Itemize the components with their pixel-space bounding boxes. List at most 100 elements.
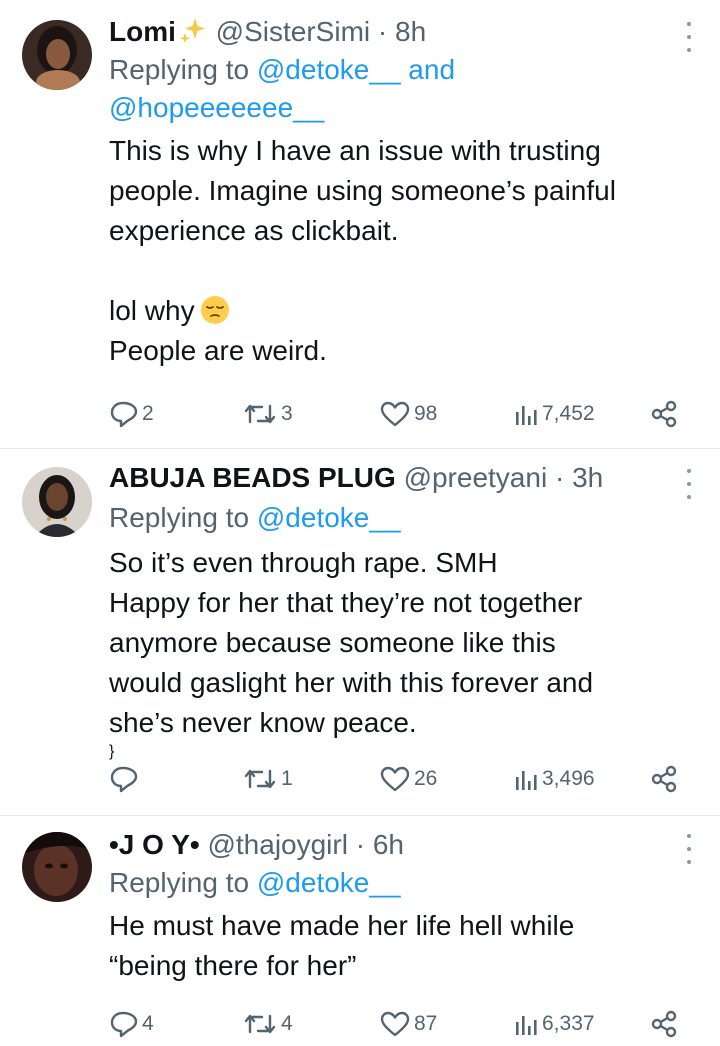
tweet-line: So it’s even through rape. SMH xyxy=(109,547,498,578)
view-count: 7,452 xyxy=(542,402,595,425)
tweet-line: experience as clickbait. xyxy=(109,215,399,246)
tweet-line: People are weird. xyxy=(109,335,327,366)
retweet-icon xyxy=(244,1014,276,1034)
timestamp[interactable]: 6h xyxy=(373,829,404,860)
like-count: 98 xyxy=(414,402,438,425)
separator-dot: · xyxy=(377,16,388,47)
views-icon xyxy=(516,1016,537,1035)
views-button[interactable]: 6,337 xyxy=(513,1008,595,1040)
reply-icon xyxy=(110,1011,138,1038)
views-icon xyxy=(516,771,537,790)
handle[interactable]: @SisterSimi xyxy=(216,16,370,47)
tweet-text: He must have made her life hell while “b… xyxy=(109,906,672,986)
views-button[interactable]: 3,496 xyxy=(513,763,595,795)
reply-button[interactable]: 2 xyxy=(109,398,154,430)
replying-to: Replying to @detoke__ xyxy=(109,499,672,537)
tweet-line: This is why I have an issue with trustin… xyxy=(109,135,601,166)
tweet-line: she’s never know peace. xyxy=(109,707,417,738)
tweet-line: people. Imagine using someone’s painful xyxy=(109,175,616,206)
tweet-line: He must have made her life hell while xyxy=(109,910,575,941)
separator-dot: · xyxy=(554,462,565,493)
share-icon xyxy=(651,765,677,793)
avatar-image xyxy=(22,20,92,90)
mention-link[interactable]: @detoke__ xyxy=(257,502,401,533)
timestamp[interactable]: 3h xyxy=(572,462,603,493)
heart-icon xyxy=(380,1011,410,1037)
share-button[interactable] xyxy=(649,1008,679,1040)
reply-icon xyxy=(110,766,138,793)
retweet-button[interactable]: 3 xyxy=(242,398,293,430)
reply-button[interactable]: 4 xyxy=(109,1008,154,1040)
retweet-count: 1 xyxy=(281,767,293,790)
more-options-icon[interactable] xyxy=(684,834,694,864)
mention-joiner: and xyxy=(408,54,456,85)
like-button[interactable]: 26 xyxy=(379,763,437,795)
tweet[interactable]: ABUJA BEADS PLUG @preetyani · 3h Replyin… xyxy=(0,449,720,815)
like-button[interactable]: 98 xyxy=(379,398,437,430)
tweet-actions: 4 4 87 6,337 xyxy=(109,1008,680,1040)
separator-dot: · xyxy=(355,829,366,860)
retweet-button[interactable]: 4 xyxy=(242,1008,293,1040)
tweet-actions: 1 26 3,496 xyxy=(109,763,680,795)
reply-button[interactable] xyxy=(109,763,142,795)
avatar[interactable] xyxy=(22,467,92,537)
retweet-icon xyxy=(244,404,276,424)
retweet-icon xyxy=(244,769,276,789)
replying-prefix: Replying to xyxy=(109,54,250,85)
tweet-header: •J O Y• @thajoygirl · 6h xyxy=(109,828,672,862)
like-button[interactable]: 87 xyxy=(379,1008,437,1040)
timestamp[interactable]: 8h xyxy=(395,16,426,47)
replying-to: Replying to @detoke__ and @hopeeeeeee__ xyxy=(109,51,672,127)
tweet[interactable]: Lomi @SisterSimi · 8h Replying to @detok… xyxy=(0,0,720,448)
views-button[interactable]: 7,452 xyxy=(513,398,595,430)
pensive-face-icon xyxy=(200,296,229,324)
share-icon xyxy=(651,400,677,428)
view-count: 6,337 xyxy=(542,1012,595,1035)
heart-icon xyxy=(380,401,410,427)
tweet-line: “being there for her” xyxy=(109,950,357,981)
avatar-image xyxy=(22,832,92,902)
share-button[interactable] xyxy=(649,398,679,430)
more-options-icon[interactable] xyxy=(684,469,694,499)
display-name[interactable]: Lomi xyxy=(109,16,176,47)
sparkles-icon xyxy=(179,18,205,43)
view-count: 3,496 xyxy=(542,767,595,790)
avatar[interactable] xyxy=(22,832,92,902)
mention-link[interactable]: @hopeeeeeee__ xyxy=(109,92,324,123)
tweet-content: Lomi @SisterSimi · 8h Replying to @detok… xyxy=(109,15,672,371)
tweet-header: Lomi @SisterSimi · 8h xyxy=(109,15,672,49)
tweet-line: would gaslight her with this forever and xyxy=(109,667,594,698)
views-icon xyxy=(516,406,537,425)
mention-link[interactable]: @detoke__ xyxy=(257,54,401,85)
retweet-count: 3 xyxy=(281,402,293,425)
handle[interactable]: @thajoygirl xyxy=(207,829,347,860)
replying-prefix: Replying to xyxy=(109,502,250,533)
tweet-content: ABUJA BEADS PLUG @preetyani · 3h Replyin… xyxy=(109,461,672,761)
tweet-content: •J O Y• @thajoygirl · 6h Replying to @de… xyxy=(109,828,672,986)
share-icon xyxy=(651,1010,677,1038)
replying-to: Replying to @detoke__ xyxy=(109,864,672,902)
tweet-line: lol why xyxy=(109,291,672,331)
display-name[interactable]: ABUJA BEADS PLUG xyxy=(109,462,396,493)
more-options-icon[interactable] xyxy=(684,22,694,52)
display-name[interactable]: •J O Y• xyxy=(109,829,200,860)
tweet-text: This is why I have an issue with trustin… xyxy=(109,131,672,371)
avatar-image xyxy=(22,467,92,537)
like-count: 87 xyxy=(414,1012,438,1035)
tweet[interactable]: •J O Y• @thajoygirl · 6h Replying to @de… xyxy=(0,816,720,1046)
tweet-line: Happy for her that they’re not together xyxy=(109,587,583,618)
share-button[interactable] xyxy=(649,763,679,795)
reply-count: 2 xyxy=(142,402,154,425)
tweet-actions: 2 3 98 7,452 xyxy=(109,398,680,430)
replying-prefix: Replying to xyxy=(109,867,250,898)
reply-icon xyxy=(110,401,138,428)
tweet-line: anymore because someone like this xyxy=(109,627,556,658)
heart-icon xyxy=(380,766,410,792)
mention-link[interactable]: @detoke__ xyxy=(257,867,401,898)
avatar[interactable] xyxy=(22,20,92,90)
handle[interactable]: @preetyani xyxy=(404,462,548,493)
tweet-header: ABUJA BEADS PLUG @preetyani · 3h xyxy=(109,461,672,495)
tweet-text: So it’s even through rape. SMH Happy for… xyxy=(109,543,672,743)
reply-count: 4 xyxy=(142,1012,154,1035)
retweet-button[interactable]: 1 xyxy=(242,763,293,795)
